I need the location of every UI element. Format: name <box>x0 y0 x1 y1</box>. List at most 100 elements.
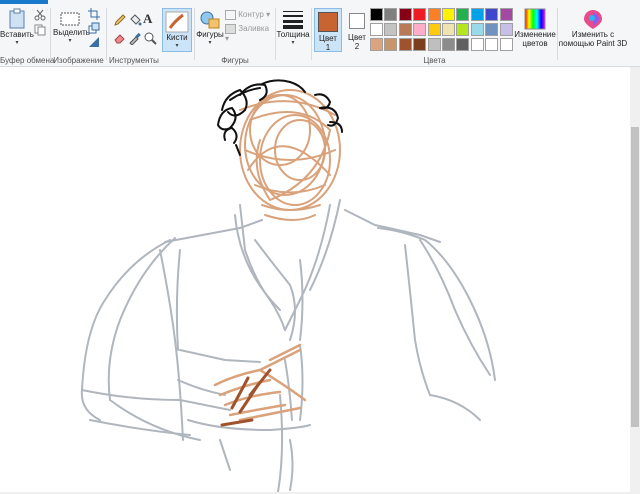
palette-swatch[interactable] <box>398 38 412 51</box>
outline-button[interactable]: Контур ▾ <box>225 10 275 20</box>
shapes-group: Фигуры ▾ Контур ▾ Заливка ▾ Фигуры <box>195 4 275 66</box>
color1-label: Цвет <box>319 34 337 43</box>
eraser-icon[interactable] <box>113 31 127 45</box>
select-label: Выделить <box>53 28 90 37</box>
shapes-icon <box>200 11 220 29</box>
paste-label: Вставить <box>0 30 34 39</box>
text-tool-icon[interactable]: A <box>143 11 157 26</box>
select-button[interactable]: Выделить ▾ <box>53 10 90 46</box>
chevron-down-icon: ▾ <box>175 43 179 49</box>
drawing-canvas[interactable] <box>0 67 630 493</box>
resize-icon[interactable] <box>88 22 102 36</box>
palette-swatch[interactable] <box>470 23 484 36</box>
chevron-down-icon: ▾ <box>291 40 295 46</box>
color-palette <box>370 8 514 54</box>
image-group-label: Изображение <box>53 56 104 65</box>
chevron-down-icon: ▾ <box>208 40 212 46</box>
palette-swatch[interactable] <box>442 8 455 21</box>
tools-group-label: Инструменты <box>109 56 159 65</box>
color2-button[interactable]: Цвет 2 <box>344 8 370 52</box>
palette-swatch[interactable] <box>485 8 499 21</box>
crop-icon[interactable] <box>88 8 102 22</box>
palette-swatch[interactable] <box>499 23 513 36</box>
brush-icon <box>165 11 189 33</box>
palette-swatch[interactable] <box>485 38 499 51</box>
vertical-scrollbar[interactable] <box>630 67 640 492</box>
palette-swatch[interactable] <box>413 8 427 21</box>
shapes-label: Фигуры <box>196 30 224 39</box>
outline-icon <box>225 10 236 20</box>
color1-swatch <box>318 12 338 32</box>
palette-swatch[interactable] <box>384 38 398 51</box>
select-rectangle-icon <box>60 12 80 26</box>
palette-swatch[interactable] <box>413 38 427 51</box>
fill-icon <box>225 24 236 34</box>
palette-swatch[interactable] <box>370 8 383 21</box>
size-label: Толщина <box>276 30 310 39</box>
color2-number: 2 <box>354 42 360 51</box>
brushes-label: Кисти <box>166 33 188 42</box>
copy-icon[interactable] <box>34 24 48 38</box>
colors-group: Цвет 1 Цвет 2 Изменение цветов Цвета <box>312 4 557 66</box>
palette-swatch[interactable] <box>499 38 513 51</box>
paint3d-label-1: Изменить с <box>571 30 615 39</box>
face-strokes <box>239 89 341 221</box>
paint3d-icon <box>584 10 602 29</box>
palette-swatch[interactable] <box>456 8 470 21</box>
color1-number: 1 <box>325 43 331 52</box>
brushes-button[interactable]: Кисти ▾ <box>162 8 192 52</box>
color2-swatch <box>349 13 365 29</box>
edit-colors-label-2: цветов <box>522 39 548 48</box>
palette-swatch[interactable] <box>427 38 441 51</box>
fill-bucket-icon[interactable] <box>128 13 142 27</box>
palette-swatch[interactable] <box>398 23 412 36</box>
edit-colors-button[interactable]: Изменение цветов <box>514 8 556 48</box>
palette-swatch[interactable] <box>370 23 383 36</box>
palette-swatch[interactable] <box>427 23 441 36</box>
palette-swatch[interactable] <box>413 23 427 36</box>
shapes-group-label: Фигуры <box>221 56 249 65</box>
chevron-down-icon: ▾ <box>68 38 72 44</box>
scrollbar-thumb[interactable] <box>631 127 639 427</box>
image-group: Выделить ▾ Изображение <box>51 4 106 66</box>
palette-swatch[interactable] <box>384 8 398 21</box>
palette-swatch[interactable] <box>442 38 455 51</box>
palette-swatch[interactable] <box>384 23 398 36</box>
palette-swatch[interactable] <box>499 8 513 21</box>
palette-swatch[interactable] <box>442 23 455 36</box>
tools-group: A Инструменты <box>107 4 161 66</box>
paste-button[interactable]: Вставить ▾ <box>0 8 34 48</box>
palette-swatch[interactable] <box>370 38 383 51</box>
color1-button[interactable]: Цвет 1 <box>314 8 342 52</box>
pencil-icon[interactable] <box>113 13 127 27</box>
palette-swatch[interactable] <box>456 38 470 51</box>
palette-swatch[interactable] <box>427 8 441 21</box>
cut-icon[interactable] <box>34 9 48 23</box>
clipboard-icon <box>9 8 25 29</box>
clothes-strokes <box>80 199 496 493</box>
fill-button[interactable]: Заливка ▾ <box>225 24 275 43</box>
palette-swatch[interactable] <box>485 23 499 36</box>
size-button[interactable]: Толщина ▾ <box>276 8 310 48</box>
palette-swatch[interactable] <box>470 8 484 21</box>
palette-swatch[interactable] <box>470 38 484 51</box>
line-thickness-icon <box>283 11 303 29</box>
color-picker-icon[interactable] <box>128 31 142 46</box>
paint3d-label-2: помощью Paint 3D <box>558 39 628 48</box>
chevron-down-icon: ▾ <box>15 40 19 46</box>
ribbon: Вставить ▾ Буфер обмена Выделить ▾ Изобр… <box>0 4 640 67</box>
edit-colors-label-1: Изменение <box>514 30 556 39</box>
fill-label: Заливка <box>238 24 270 34</box>
color-spectrum-icon <box>524 8 546 30</box>
colors-group-label: Цвета <box>423 56 446 65</box>
color2-label: Цвет <box>348 33 366 42</box>
clipboard-group: Вставить ▾ Буфер обмена <box>0 4 55 66</box>
rotate-icon[interactable] <box>88 36 102 50</box>
magnifier-icon[interactable] <box>143 31 157 45</box>
shapes-button[interactable]: Фигуры ▾ <box>195 10 225 48</box>
palette-swatch[interactable] <box>398 8 412 21</box>
paint3d-button[interactable]: Изменить с помощью Paint 3D <box>558 8 628 48</box>
sketch-drawing <box>80 79 496 493</box>
clipboard-group-label: Буфер обмена <box>0 56 55 65</box>
palette-swatch[interactable] <box>456 23 470 36</box>
